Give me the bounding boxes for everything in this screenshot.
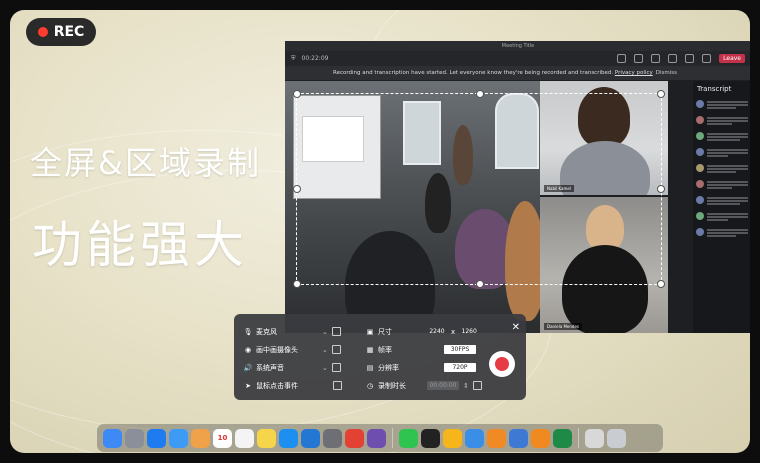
meeting-window-title: Meeting Title xyxy=(285,41,750,51)
privacy-link[interactable]: Privacy policy xyxy=(615,70,653,76)
chevron-down-icon[interactable]: ⌄ xyxy=(322,346,328,354)
speaker-icon: 🔊 xyxy=(243,364,253,372)
share-icon[interactable] xyxy=(702,54,712,63)
transmit-icon[interactable] xyxy=(509,428,528,448)
capture-region[interactable] xyxy=(293,90,665,288)
duration-checkbox[interactable] xyxy=(472,381,482,390)
camera-icon: ◉ xyxy=(244,346,252,354)
size-times: x xyxy=(451,327,456,336)
notes-icon[interactable] xyxy=(257,428,276,448)
system-audio-label: 系统声音 xyxy=(256,364,284,372)
calendar-icon[interactable]: 10 xyxy=(213,428,232,448)
resize-handle[interactable] xyxy=(293,185,301,193)
vlc-icon[interactable] xyxy=(531,428,550,448)
excel-icon[interactable] xyxy=(553,428,572,448)
duration-input[interactable]: 00:00:00 xyxy=(427,381,459,390)
rec-label: REC xyxy=(53,24,85,40)
safari-icon[interactable] xyxy=(147,428,166,448)
preview-icon[interactable] xyxy=(585,428,604,448)
resolution-select[interactable]: 720P xyxy=(444,363,476,372)
close-icon[interactable]: ✕ xyxy=(512,322,520,333)
resize-handle[interactable] xyxy=(657,280,665,288)
github-icon[interactable] xyxy=(367,428,386,448)
xcode-icon[interactable] xyxy=(301,428,320,448)
sketch-icon[interactable] xyxy=(443,428,462,448)
mail-icon[interactable] xyxy=(169,428,188,448)
resize-handle[interactable] xyxy=(476,280,484,288)
resize-handle[interactable] xyxy=(657,90,665,98)
duration-label: 录制时长 xyxy=(378,382,406,390)
record-icon xyxy=(495,357,509,371)
people-icon[interactable] xyxy=(634,54,644,63)
resize-handle[interactable] xyxy=(293,280,301,288)
camera-icon[interactable] xyxy=(668,54,678,63)
finder-icon[interactable] xyxy=(103,428,122,448)
resolution-label: 分辨率 xyxy=(378,364,399,372)
system-audio-checkbox[interactable] xyxy=(331,363,341,372)
size-icon: ▣ xyxy=(366,328,374,336)
mic-label: 麦克风 xyxy=(256,328,277,336)
fps-select[interactable]: 30FPS xyxy=(444,345,476,354)
react-icon[interactable] xyxy=(651,54,661,63)
network-icon[interactable] xyxy=(465,428,484,448)
reminders-icon[interactable] xyxy=(235,428,254,448)
meeting-timer: 00:22:09 xyxy=(301,55,329,62)
transcript-panel: Transcript xyxy=(693,81,750,333)
meeting-toolbar: ⛨ 00:22:09 Leave xyxy=(285,51,750,66)
mouse-click-label: 鼠标点击事件 xyxy=(256,382,298,390)
size-label: 尺寸 xyxy=(378,328,392,336)
wechat-icon[interactable] xyxy=(399,428,418,448)
chat-icon[interactable] xyxy=(617,54,627,63)
resize-handle[interactable] xyxy=(476,90,484,98)
leave-button[interactable]: Leave xyxy=(719,54,745,63)
recording-banner: Recording and transcription have started… xyxy=(285,66,750,80)
width-input[interactable]: 2240 xyxy=(427,327,447,336)
headline-line2: 功能强大 xyxy=(32,216,248,274)
recording-panel: ✕ 🎙 麦克风 ⌄ ◉ 画中画摄像头 ⌄ 🔊 系统声音 ⌄ ➤ 鼠标点击事件 ▣… xyxy=(234,314,526,400)
stepper-icon[interactable]: ⇕ xyxy=(463,382,469,390)
camera-checkbox[interactable] xyxy=(331,345,341,354)
camera-label: 画中画摄像头 xyxy=(256,346,298,354)
dock-separator xyxy=(392,428,393,448)
shield-icon: ⛨ xyxy=(291,54,296,62)
record-button[interactable] xyxy=(489,351,515,377)
headline-line1: 全屏&区域录制 xyxy=(30,144,261,182)
chevron-down-icon[interactable]: ⌄ xyxy=(322,364,328,372)
terminal-icon[interactable] xyxy=(421,428,440,448)
app-store-icon[interactable] xyxy=(279,428,298,448)
clock-icon: ◷ xyxy=(366,382,374,390)
chevron-down-icon[interactable]: ⌄ xyxy=(322,328,328,336)
mic-checkbox[interactable] xyxy=(331,327,341,336)
photos-icon[interactable] xyxy=(191,428,210,448)
resize-handle[interactable] xyxy=(293,90,301,98)
fps-label: 帧率 xyxy=(378,346,392,354)
fps-icon: ▦ xyxy=(366,346,374,354)
participant-name: Daniela Mendes xyxy=(544,323,583,330)
dismiss-button[interactable]: Dismiss xyxy=(656,66,677,80)
banner-text: Recording and transcription have started… xyxy=(333,70,614,76)
height-input[interactable]: 1260 xyxy=(459,327,479,336)
sublime-icon[interactable] xyxy=(487,428,506,448)
rec-badge: REC xyxy=(26,18,96,46)
resize-handle[interactable] xyxy=(657,185,665,193)
dock: 10 xyxy=(97,424,663,452)
microphone-icon: 🎙 xyxy=(243,328,253,336)
dock-separator xyxy=(578,428,579,448)
cursor-icon: ➤ xyxy=(245,382,251,390)
mic-icon[interactable] xyxy=(685,54,695,63)
record-dot-icon xyxy=(37,27,48,37)
resolution-icon: ▤ xyxy=(366,364,374,372)
launchpad-icon[interactable] xyxy=(125,428,144,448)
chrome-icon[interactable] xyxy=(345,428,364,448)
transcript-title: Transcript xyxy=(697,85,732,93)
screen: REC 全屏&区域录制 功能强大 Meeting Title ⛨ 00:22:0… xyxy=(10,10,750,453)
trash-icon[interactable] xyxy=(607,428,626,448)
mouse-click-checkbox[interactable] xyxy=(333,381,342,390)
system-settings-icon[interactable] xyxy=(323,428,342,448)
